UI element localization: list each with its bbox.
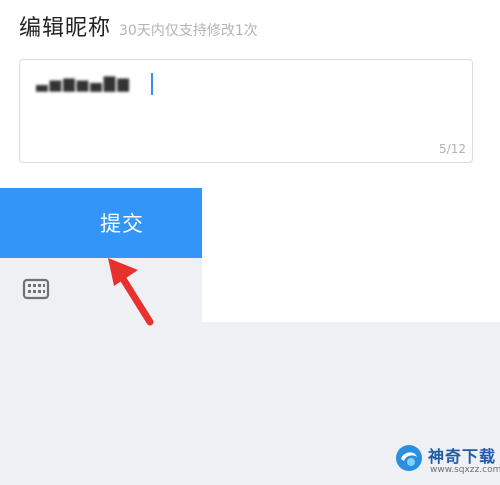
keyboard-icon[interactable] [22,277,50,301]
red-arrow-icon [108,258,154,326]
char-counter: 5/12 [439,142,466,156]
edit-limit-hint: 30天内仅支持修改1次 [119,23,258,39]
watermark-logo-icon [396,445,422,471]
background-patch [202,188,500,322]
nickname-value: ▃▅▆▅▄▇▆ [36,74,131,92]
text-caret [151,73,153,95]
watermark-name: 神奇下载 [428,447,497,466]
watermark: 神奇下载 www.sqxzz.com [394,441,500,479]
header: 编辑昵称 30天内仅支持修改1次 [19,10,258,44]
submit-button[interactable]: 提交 [0,188,202,258]
watermark-url: www.sqxzz.com [430,465,500,475]
nickname-input[interactable]: ▃▅▆▅▄▇▆ 5/12 [19,59,473,163]
page-title: 编辑昵称 [19,16,112,41]
